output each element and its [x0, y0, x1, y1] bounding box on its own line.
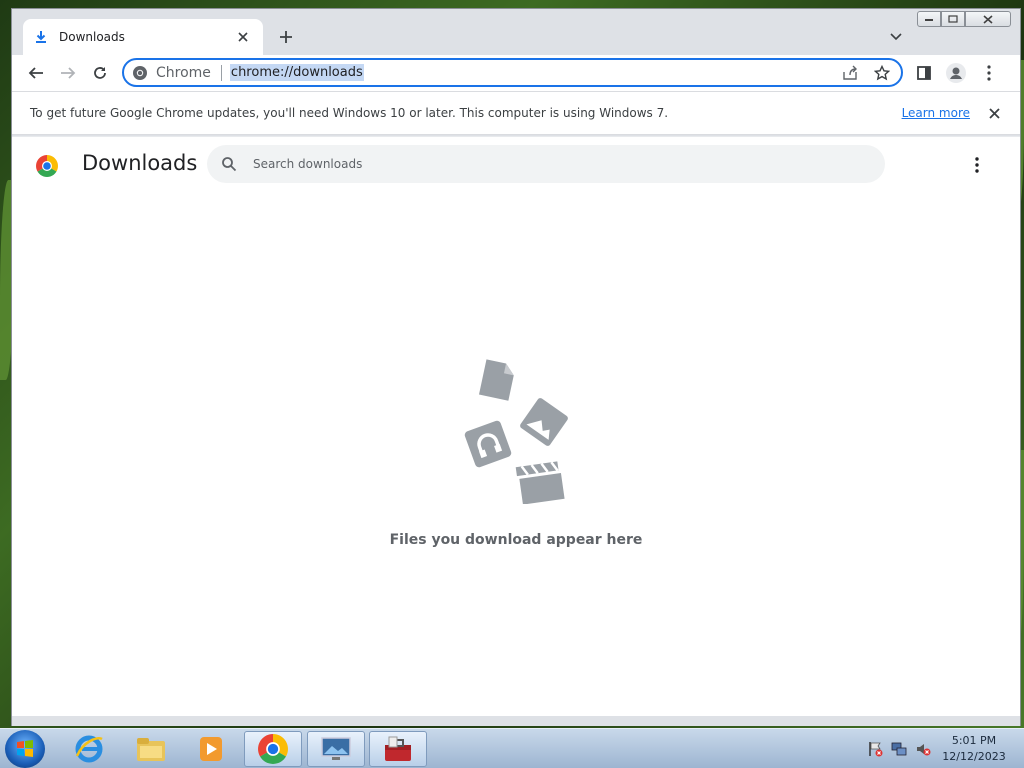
- tab-downloads[interactable]: Downloads: [23, 19, 263, 55]
- url-text[interactable]: chrome://downloads: [229, 64, 364, 81]
- infobar-message: To get future Google Chrome updates, you…: [30, 106, 669, 120]
- back-icon[interactable]: [22, 59, 50, 87]
- action-center-flag-icon[interactable]: [867, 741, 883, 757]
- system-clock[interactable]: 5:01 PM 12/12/2023: [938, 733, 1010, 765]
- tab-title: Downloads: [59, 30, 125, 44]
- empty-downloads-illustration: [464, 359, 568, 504]
- omnibox-separator: [220, 64, 222, 81]
- remote-desktop-icon: [321, 737, 351, 760]
- taskbar-media-player[interactable]: [182, 731, 240, 767]
- chrome-logo-icon: [36, 155, 58, 177]
- windows-logo-icon: [17, 740, 33, 757]
- site-label: Chrome: [156, 64, 211, 81]
- share-icon[interactable]: [839, 62, 861, 84]
- download-icon: [33, 29, 49, 45]
- taskbar-chrome[interactable]: [244, 731, 302, 767]
- tab-strip: Downloads: [12, 9, 1020, 55]
- close-infobar-icon[interactable]: [986, 105, 1002, 121]
- site-info-chip[interactable]: Chrome: [132, 64, 230, 81]
- close-tab-icon[interactable]: [233, 27, 253, 47]
- search-icon: [222, 157, 237, 172]
- learn-more-link[interactable]: Learn more: [902, 106, 970, 120]
- taskbar-toolbox[interactable]: [369, 731, 427, 767]
- clock-date: 12/12/2023: [942, 750, 1006, 763]
- side-panel-icon[interactable]: [910, 59, 938, 87]
- volume-muted-icon[interactable]: [915, 741, 931, 757]
- update-infobar: To get future Google Chrome updates, you…: [12, 91, 1020, 135]
- start-button[interactable]: [5, 730, 45, 768]
- taskbar-internet-explorer[interactable]: [60, 731, 118, 767]
- profile-avatar-icon[interactable]: [942, 59, 970, 87]
- image-icon: [520, 398, 568, 446]
- browser-window: Downloads Chrome chrome://downloads To g…: [11, 8, 1021, 726]
- bookmark-star-icon[interactable]: [871, 62, 893, 84]
- taskbar: 5:01 PM 12/12/2023: [0, 728, 1024, 768]
- maximize-window-button[interactable]: [941, 11, 965, 27]
- close-window-button[interactable]: [965, 11, 1011, 27]
- media-player-icon: [200, 737, 222, 761]
- forward-icon[interactable]: [54, 59, 82, 87]
- internet-explorer-icon: [75, 735, 103, 763]
- browser-toolbar: Chrome chrome://downloads: [12, 55, 1020, 91]
- address-bar[interactable]: Chrome chrome://downloads: [122, 58, 903, 87]
- tab-search-chevron-icon[interactable]: [884, 25, 908, 49]
- chrome-taskbar-icon: [258, 734, 288, 764]
- video-icon: [515, 461, 565, 504]
- new-tab-icon[interactable]: [274, 25, 298, 49]
- downloads-header: Downloads: [12, 137, 1020, 193]
- reload-icon[interactable]: [86, 59, 114, 87]
- chrome-menu-icon[interactable]: [975, 59, 1003, 87]
- window-bottom-border: [12, 716, 1020, 726]
- toolbox-icon: [385, 736, 411, 761]
- more-actions-icon[interactable]: [965, 153, 989, 177]
- search-downloads-box[interactable]: [207, 145, 885, 183]
- audio-icon: [464, 420, 512, 468]
- taskbar-file-explorer[interactable]: [122, 731, 180, 767]
- chrome-small-icon: [133, 65, 147, 80]
- page-title: Downloads: [82, 151, 198, 175]
- folder-icon: [137, 738, 165, 761]
- taskbar-remote-desktop[interactable]: [307, 731, 365, 767]
- network-icon[interactable]: [891, 741, 907, 757]
- minimize-window-button[interactable]: [917, 11, 941, 27]
- search-downloads-input[interactable]: [253, 157, 853, 171]
- empty-state-message: Files you download appear here: [389, 532, 643, 548]
- downloads-page: Downloads Search downloads Files you dow…: [12, 136, 1020, 716]
- clock-time: 5:01 PM: [951, 734, 997, 747]
- document-icon: [479, 359, 514, 401]
